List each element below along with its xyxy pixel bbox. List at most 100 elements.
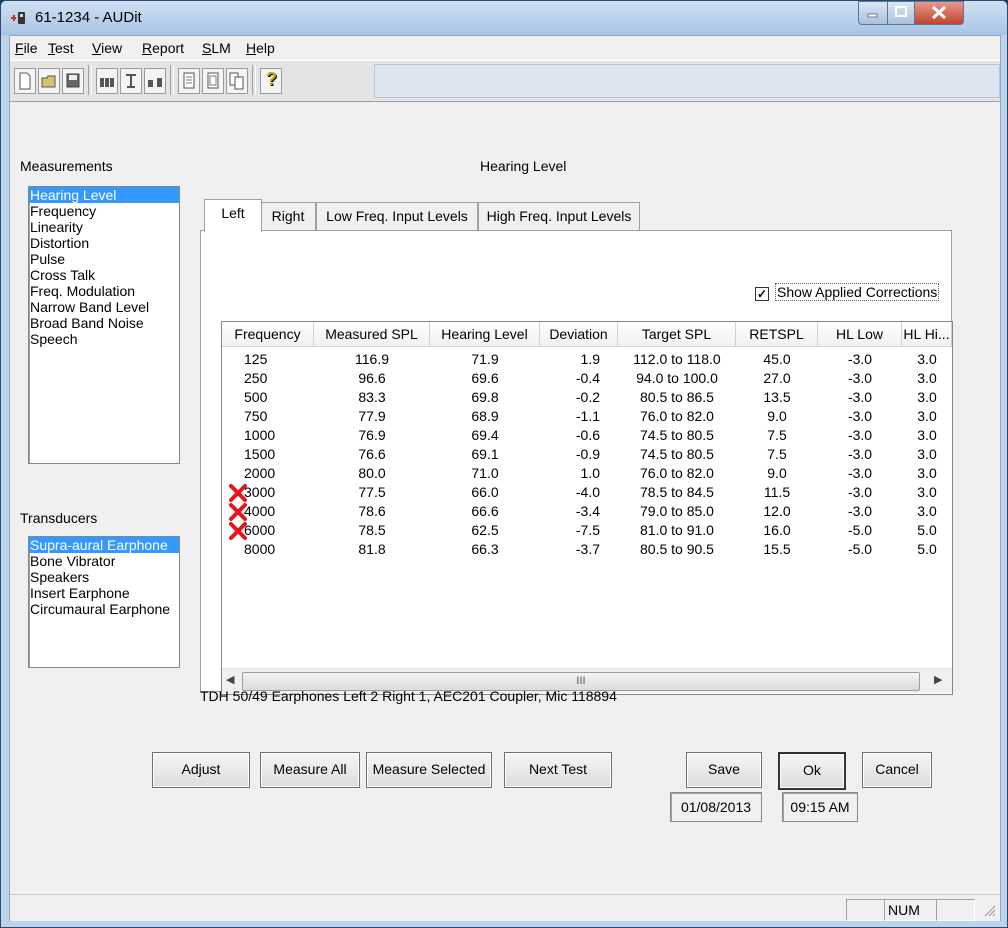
status-pane-empty xyxy=(846,899,885,921)
save-toolbar-button[interactable] xyxy=(62,68,84,94)
report-icon xyxy=(183,72,195,89)
report-copy-button[interactable] xyxy=(226,68,248,94)
toolbar-status-area xyxy=(374,64,1000,98)
table-row[interactable]: 1500 76.6 69.1 -0.9 74.5 to 80.5 7.5 -3.0 3.0 xyxy=(222,445,952,464)
measurement-list-item[interactable]: Broad Band Noise xyxy=(29,315,179,331)
title-bar[interactable]: 61-1234 - AUDit xyxy=(1,1,1007,35)
transducer-list-item[interactable]: Speakers xyxy=(29,569,179,585)
tab-right[interactable]: Right xyxy=(260,202,316,231)
help-button[interactable]: ? xyxy=(260,68,282,94)
cell-deviation: 1.0 xyxy=(580,465,600,481)
transducer-list-item[interactable]: Insert Earphone xyxy=(29,585,179,601)
tab-high-freq-input-levels[interactable]: High Freq. Input Levels xyxy=(478,202,640,231)
cell-deviation: -0.4 xyxy=(575,370,600,386)
measure-all-button[interactable]: Measure All xyxy=(260,752,360,788)
transducer-list-item[interactable]: Circumaural Earphone xyxy=(29,601,179,617)
cell-hl-high: 3.0 xyxy=(917,503,937,519)
measure-selected-button[interactable]: Measure Selected xyxy=(366,752,492,788)
cell-hl-low: -3.0 xyxy=(847,370,873,386)
report-button[interactable] xyxy=(178,68,200,94)
table-row[interactable]: 8000 81.8 66.3 -3.7 80.5 to 90.5 15.5 -5.0 5.0 xyxy=(222,540,952,559)
minimize-button[interactable] xyxy=(858,1,888,25)
cell-measured-spl: 116.9 xyxy=(355,351,389,367)
show-corrections-label[interactable]: Show Applied Corrections xyxy=(775,283,940,301)
table-row[interactable]: 6000 78.5 62.5 -7.5 81.0 to 91.0 16.0 -5.0 5.0 xyxy=(222,521,952,540)
cell-hl-high: 5.0 xyxy=(917,541,937,557)
table-row[interactable]: 4000 78.6 66.6 -3.4 79.0 to 85.0 12.0 -3.0 3.0 xyxy=(222,502,952,521)
coupler-button[interactable] xyxy=(120,68,142,94)
cell-target-spl: 74.5 to 80.5 xyxy=(640,427,714,443)
table-row[interactable]: 3000 77.5 66.0 -4.0 78.5 to 84.5 11.5 -3.0 3.0 xyxy=(222,483,952,502)
adjust-button[interactable]: Adjust xyxy=(152,752,250,788)
cell-measured-spl: 80.0 xyxy=(358,465,386,481)
cell-measured-spl: 77.9 xyxy=(358,408,386,424)
tab-left[interactable]: Left xyxy=(204,199,262,232)
measurement-list-item[interactable]: Linearity xyxy=(29,219,179,235)
earphones-button[interactable] xyxy=(96,68,118,94)
scroll-right-arrow-icon[interactable]: ▶ xyxy=(934,673,942,686)
cell-target-spl: 76.0 to 82.0 xyxy=(640,408,714,424)
cell-measured-spl: 81.8 xyxy=(358,541,386,557)
table-row[interactable]: 2000 80.0 71.0 1.0 76.0 to 82.0 9.0 -3.0 3.0 xyxy=(222,464,952,483)
measurement-list-item[interactable]: Narrow Band Level xyxy=(29,299,179,315)
save-button[interactable]: Save xyxy=(686,752,762,788)
menu-file[interactable]: File xyxy=(15,40,38,56)
resize-grip-icon[interactable] xyxy=(982,903,996,917)
cell-hearing-level: 62.5 xyxy=(471,522,499,538)
open-button[interactable] xyxy=(38,68,60,94)
table-row[interactable]: 125 116.9 71.9 1.9 112.0 to 118.0 45.0 -3.0 3.0 xyxy=(222,350,952,369)
table-row[interactable]: 750 77.9 68.9 -1.1 76.0 to 82.0 9.0 -3.0 3.0 xyxy=(222,407,952,426)
cancel-button[interactable]: Cancel xyxy=(862,752,932,788)
transducers-label: Transducers xyxy=(20,510,98,526)
ok-button[interactable]: Ok xyxy=(778,752,846,790)
window-title: 61-1234 - AUDit xyxy=(35,9,142,26)
transducer-list-item[interactable]: Bone Vibrator xyxy=(29,553,179,569)
column-header[interactable]: Measured SPL xyxy=(314,322,430,347)
cell-hl-low: -3.0 xyxy=(847,427,873,443)
speakers-button[interactable] xyxy=(144,68,166,94)
measurement-list-item[interactable]: Hearing Level xyxy=(29,187,179,203)
measurement-list-item[interactable]: Cross Talk xyxy=(29,267,179,283)
next-test-button[interactable]: Next Test xyxy=(504,752,612,788)
column-header[interactable]: Target SPL xyxy=(618,322,736,347)
show-corrections-checkbox[interactable]: ✓ xyxy=(755,287,769,301)
transducers-list[interactable]: Supra-aural Earphone Bone Vibrator Speaker… xyxy=(28,536,180,668)
column-header[interactable]: HL Hi... xyxy=(902,322,952,347)
measurement-list-item[interactable]: Speech xyxy=(29,331,179,347)
column-header[interactable]: Deviation xyxy=(540,322,618,347)
cell-frequency: 750 xyxy=(244,408,268,424)
measurements-list[interactable]: Hearing Level Frequency Linearity Distortio… xyxy=(28,186,180,464)
report-preview-button[interactable] xyxy=(202,68,224,94)
column-header[interactable]: Frequency xyxy=(222,322,314,347)
hearing-level-table[interactable]: Frequency Measured SPL Hearing Level Deviat… xyxy=(221,321,953,695)
table-row[interactable]: 1000 76.9 69.4 -0.6 74.5 to 80.5 7.5 -3.0 3.0 xyxy=(222,426,952,445)
measurement-list-item[interactable]: Frequency xyxy=(29,203,179,219)
measurement-list-item[interactable]: Freq. Modulation xyxy=(29,283,179,299)
table-row[interactable]: 500 83.3 69.8 -0.2 80.5 to 86.5 13.5 -3.0 3.0 xyxy=(222,388,952,407)
menu-slm[interactable]: SLM xyxy=(202,40,231,56)
main-window: 61-1234 - AUDit File Test View Report SL… xyxy=(0,0,1008,928)
menu-test[interactable]: Test xyxy=(48,40,74,56)
menu-view[interactable]: View xyxy=(92,40,122,56)
cell-retspl: 7.5 xyxy=(767,446,787,462)
column-header[interactable]: HL Low xyxy=(818,322,902,347)
measurement-list-item[interactable]: Pulse xyxy=(29,251,179,267)
menu-help[interactable]: Help xyxy=(246,40,275,56)
measurement-list-item[interactable]: Distortion xyxy=(29,235,179,251)
column-header[interactable]: Hearing Level xyxy=(430,322,540,347)
table-row[interactable]: 250 96.6 69.6 -0.4 94.0 to 100.0 27.0 -3.0 3.0 xyxy=(222,369,952,388)
scroll-left-arrow-icon[interactable]: ◀ xyxy=(226,673,234,686)
status-pane-empty-2 xyxy=(936,899,975,921)
cell-hearing-level: 69.4 xyxy=(471,427,499,443)
speakers-icon xyxy=(148,78,162,87)
new-button[interactable] xyxy=(14,68,36,94)
cell-hl-low: -5.0 xyxy=(847,541,873,557)
transducer-list-item[interactable]: Supra-aural Earphone xyxy=(29,537,179,553)
maximize-icon xyxy=(895,6,907,17)
menu-report[interactable]: Report xyxy=(142,40,184,56)
close-button[interactable] xyxy=(914,1,964,25)
tab-low-freq-input-levels[interactable]: Low Freq. Input Levels xyxy=(316,202,478,231)
maximize-button[interactable] xyxy=(887,1,915,25)
column-header[interactable]: RETSPL xyxy=(736,322,818,347)
cell-hearing-level: 66.0 xyxy=(471,484,499,500)
